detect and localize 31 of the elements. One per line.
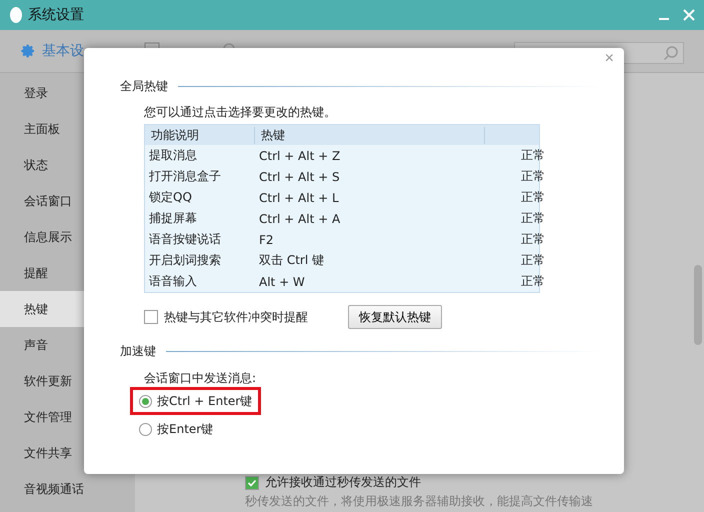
window-title: 系统设置 <box>28 6 84 24</box>
table-cell-text: Ctrl + Alt + A <box>258 212 342 226</box>
hint-text: 您可以通过点击选择要更改的热键。 <box>144 104 337 121</box>
option-label: 允许接收通过秒传发送的文件 <box>265 474 421 491</box>
section-title: 加速键 <box>120 343 156 360</box>
table-cell-text: 提取消息 <box>148 147 198 164</box>
table-cell-text: Ctrl + Alt + Z <box>258 148 342 162</box>
table-cell-text: 语音输入 <box>148 273 198 290</box>
table-cell-text: 语音按键说话 <box>148 231 222 248</box>
table-cell-text: 正常 <box>520 231 545 248</box>
table-cell-text: 锁定QQ <box>148 189 193 206</box>
table-cell-text: F2 <box>258 232 275 246</box>
prompt-text: 会话窗口中发送消息: <box>144 370 258 387</box>
table-cell-text: Ctrl + Alt + L <box>258 190 340 204</box>
table-cell-text: 双击 Ctrl 键 <box>258 252 325 269</box>
table-cell-text: 打开消息盒子 <box>148 168 222 185</box>
column-header: 功能说明 <box>145 126 255 144</box>
option-note: 秒传发送的文件，将使用极速服务器辅助接收，能提高文件传输速 <box>245 493 594 510</box>
section-title: 全局热键 <box>120 78 168 95</box>
table-cell-text: Ctrl + Alt + S <box>258 170 341 184</box>
table-cell-text: 捕捉屏幕 <box>148 210 198 227</box>
table-cell-text: 正常 <box>520 168 545 185</box>
table-cell-text: 正常 <box>520 147 545 164</box>
table-cell-text: 正常 <box>520 273 545 290</box>
column-header: 热键 <box>255 126 485 144</box>
table-cell-text: Alt + W <box>258 274 306 288</box>
table-cell-text: 正常 <box>520 252 545 269</box>
table-cell-text: 开启划词搜索 <box>148 252 222 269</box>
checkbox-label: 热键与其它软件冲突时提醒 <box>164 308 308 326</box>
table-cell-text: 正常 <box>520 210 545 227</box>
table-cell-text: 正常 <box>520 189 545 206</box>
